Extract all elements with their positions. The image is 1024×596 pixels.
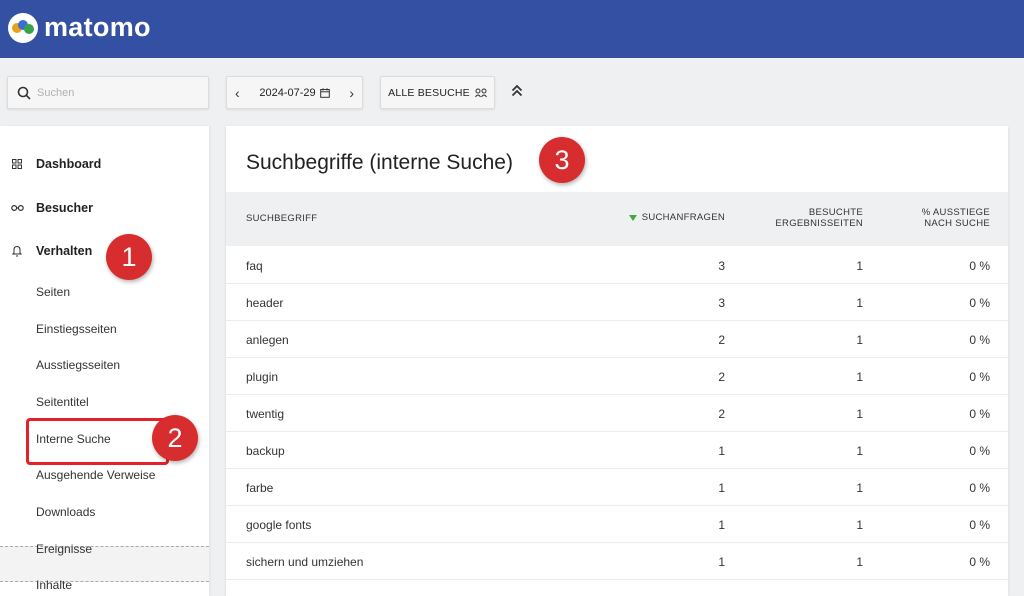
- sidebar-item-label: Besucher: [36, 201, 93, 215]
- table-row[interactable]: faq 3 1 0 %: [226, 247, 1008, 284]
- table-row[interactable]: farbe 1 1 0 %: [226, 469, 1008, 506]
- cell-searches: 1: [718, 444, 725, 458]
- sidebar-item-einstiegsseiten[interactable]: Einstiegsseiten: [36, 322, 117, 336]
- sidebar-item-verhalten[interactable]: Verhalten: [10, 244, 92, 258]
- cell-pages: 1: [856, 407, 863, 421]
- segment-label: ALLE BESUCHE: [388, 86, 470, 99]
- column-header-label[interactable]: SUCHBEGRIFF: [246, 213, 317, 224]
- column-header-searches-label: SUCHANFRAGEN: [641, 212, 725, 223]
- cell-exit: 0 %: [969, 481, 990, 495]
- cell-keyword: farbe: [246, 481, 274, 495]
- sidebar-item-ausstiegsseiten[interactable]: Ausstiegsseiten: [36, 358, 120, 372]
- cell-exit: 0 %: [969, 333, 990, 347]
- column-header-exit-line2: NACH SUCHE: [924, 218, 990, 229]
- annotation-badge-1: 1: [106, 234, 152, 280]
- table-row[interactable]: anlegen 2 1 0 %: [226, 321, 1008, 358]
- sidebar-item-label: Dashboard: [36, 157, 102, 171]
- cell-exit: 0 %: [969, 296, 990, 310]
- column-header-exit-line1: % AUSSTIEGE: [921, 207, 990, 218]
- cell-searches: 1: [718, 481, 725, 495]
- annotation-badge-2: 2: [152, 415, 198, 461]
- cell-pages: 1: [856, 481, 863, 495]
- matomo-logo-icon: [8, 12, 38, 43]
- cell-searches: 2: [718, 407, 725, 421]
- cell-exit: 0 %: [969, 555, 990, 569]
- sidebar-item-label: Verhalten: [36, 244, 93, 258]
- sidebar: Dashboard Besucher Verhalten Seiten Eins…: [0, 126, 209, 596]
- bell-icon: [10, 244, 24, 258]
- cell-searches: 2: [718, 333, 725, 347]
- sidebar-item-dashboard[interactable]: Dashboard: [10, 157, 101, 171]
- table-row[interactable]: google fonts 1 1 0 %: [226, 506, 1008, 543]
- column-header-exit[interactable]: % AUSSTIEGE NACH SUCHE: [922, 207, 990, 229]
- table-row[interactable]: sichern und umziehen 1 1 0 %: [226, 543, 1008, 580]
- table-row[interactable]: plugin 2 1 0 %: [226, 358, 1008, 395]
- cell-pages: 1: [856, 296, 863, 310]
- cell-exit: 0 %: [969, 370, 990, 384]
- chevron-left-icon[interactable]: ‹: [235, 85, 240, 101]
- cell-pages: 1: [856, 444, 863, 458]
- brand-name: matomo: [44, 12, 151, 42]
- column-header-pages-line2: ERGEBNISSEITEN: [775, 218, 863, 229]
- cell-searches: 1: [718, 518, 725, 532]
- cell-searches: 2: [718, 370, 725, 384]
- table-row[interactable]: header 3 1 0 %: [226, 284, 1008, 321]
- cell-pages: 1: [856, 370, 863, 384]
- sidebar-item-ausgehende-verweise[interactable]: Ausgehende Verweise: [36, 468, 155, 482]
- sidebar-item-besucher[interactable]: Besucher: [10, 201, 93, 215]
- report-title: Suchbegriffe (interne Suche): [246, 151, 513, 174]
- cell-searches: 1: [718, 555, 725, 569]
- grid-icon: [10, 157, 24, 171]
- chevron-right-icon[interactable]: ›: [349, 85, 354, 101]
- period-selector[interactable]: ‹ 2024-07-29 ›: [226, 76, 363, 109]
- collapse-icon[interactable]: [508, 80, 526, 102]
- sidebar-item-seitentitel[interactable]: Seitentitel: [36, 395, 89, 409]
- cell-keyword: anlegen: [246, 333, 289, 347]
- cell-exit: 0 %: [969, 407, 990, 421]
- cell-keyword: plugin: [246, 370, 279, 384]
- column-header-searches[interactable]: SUCHANFRAGEN: [628, 212, 725, 223]
- cell-pages: 1: [856, 555, 863, 569]
- segment-icon: [474, 88, 487, 97]
- cell-keyword: header: [246, 296, 284, 310]
- cell-keyword: sichern und umziehen: [246, 555, 364, 569]
- highlight-box: [26, 418, 169, 465]
- table-row[interactable]: backup 1 1 0 %: [226, 432, 1008, 469]
- cell-keyword: backup: [246, 444, 285, 458]
- table-header: SUCHBEGRIFF SUCHANFRAGEN BESUCHTE ERGEBN…: [226, 192, 1008, 246]
- search-input[interactable]: [37, 86, 187, 99]
- top-bar: matomo: [0, 0, 1024, 58]
- column-header-pages[interactable]: BESUCHTE ERGEBNISSEITEN: [775, 207, 863, 229]
- cell-keyword: twentig: [246, 407, 285, 421]
- segment-selector[interactable]: ALLE BESUCHE: [380, 76, 495, 109]
- cell-pages: 1: [856, 333, 863, 347]
- sidebar-item-ereignisse[interactable]: Ereignisse: [36, 542, 92, 556]
- cell-exit: 0 %: [969, 518, 990, 532]
- cell-searches: 3: [718, 296, 725, 310]
- cell-pages: 1: [856, 259, 863, 273]
- active-menu-highlight: [0, 546, 209, 582]
- calendar-icon: [319, 87, 330, 98]
- menu-search[interactable]: [7, 76, 209, 109]
- search-icon: [17, 86, 31, 100]
- table-row[interactable]: twentig 2 1 0 %: [226, 395, 1008, 432]
- cell-keyword: google fonts: [246, 518, 312, 532]
- column-header-pages-line1: BESUCHTE: [808, 207, 863, 218]
- cell-pages: 1: [856, 518, 863, 532]
- glasses-icon: [10, 201, 24, 215]
- cell-exit: 0 %: [969, 444, 990, 458]
- sort-desc-icon: [628, 214, 637, 221]
- cell-searches: 3: [718, 259, 725, 273]
- annotation-badge-3: 3: [539, 137, 585, 183]
- period-date: 2024-07-29: [259, 86, 316, 99]
- cell-exit: 0 %: [969, 259, 990, 273]
- sidebar-item-seiten[interactable]: Seiten: [36, 285, 70, 299]
- sidebar-item-downloads[interactable]: Downloads: [36, 505, 95, 519]
- matomo-logo[interactable]: matomo: [8, 12, 151, 43]
- sidebar-item-inhalte[interactable]: Inhalte: [36, 578, 72, 592]
- cell-keyword: faq: [246, 259, 263, 273]
- report-panel: Suchbegriffe (interne Suche) SUCHBEGRIFF…: [226, 126, 1008, 596]
